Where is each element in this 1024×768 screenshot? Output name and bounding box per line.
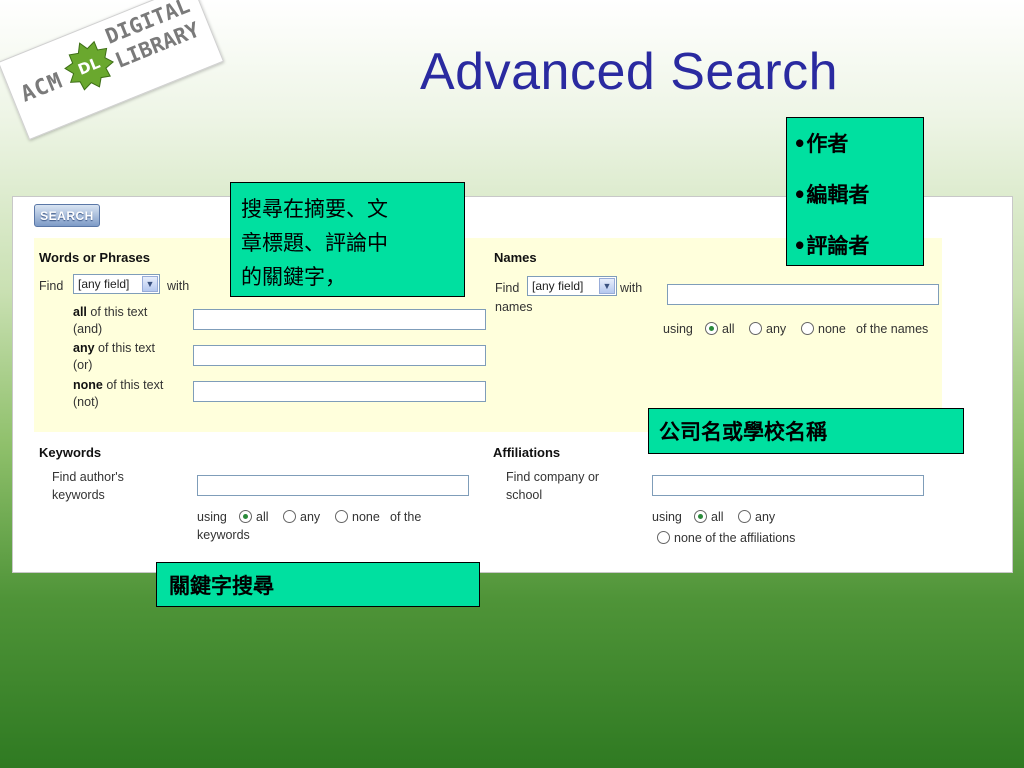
words-find-label: Find [39, 279, 64, 293]
none-label: none of this text [73, 378, 164, 392]
affiliations-heading: Affiliations [493, 445, 561, 460]
all-text-input[interactable] [193, 309, 486, 330]
affiliations-radio-all[interactable] [694, 510, 707, 523]
names-find-label: Find [495, 281, 520, 295]
names-all-label: all [722, 322, 735, 336]
keywords-radio-any[interactable] [283, 510, 296, 523]
note-keyword-line1: 搜尋在摘要、文 [241, 197, 388, 221]
affiliations-all-label: all [711, 510, 724, 524]
names-input[interactable] [667, 284, 939, 305]
chevron-down-icon: ▼ [142, 276, 158, 292]
words-heading: Words or Phrases [39, 250, 151, 265]
note-keyword-search: 關鍵字搜尋 [156, 562, 480, 607]
affiliations-any-label: any [755, 510, 776, 524]
note-reviewer: •評論者 [793, 233, 870, 258]
affiliations-find-line1: Find company or [506, 470, 600, 484]
affiliations-find-line2: school [506, 488, 543, 502]
keywords-radio-none[interactable] [335, 510, 348, 523]
note-name-roles: •作者 •編輯者 •評論者 [786, 117, 924, 266]
none-sub-label: (not) [73, 395, 99, 409]
names-field-select[interactable]: [any field] ▼ [527, 276, 617, 296]
note-keyword-line2: 章標題、評論中 [241, 231, 388, 255]
note-keyword-scope: 搜尋在摘要、文 章標題、評論中 的關鍵字， [230, 182, 465, 297]
acm-dl-logo: ACM DL DIGITAL LIBRARY [0, 0, 235, 162]
words-with-label: with [167, 279, 190, 293]
words-field-select[interactable]: [any field] ▼ [73, 274, 160, 294]
affiliations-input[interactable] [652, 475, 924, 496]
keywords-find-line1: Find author's [52, 470, 124, 484]
names-none-label: none [818, 322, 846, 336]
affiliations-none-label: none of the affiliations [674, 531, 796, 545]
any-sub-label: (or) [73, 358, 93, 372]
note-affiliation: 公司名或學校名稱 [648, 408, 964, 454]
affiliations-radio-any[interactable] [738, 510, 751, 523]
names-of-the-names-label: of the names [856, 322, 929, 336]
names-using-label: using [663, 322, 693, 336]
keywords-none-label: none [352, 510, 380, 524]
names-any-label: any [766, 322, 787, 336]
keywords-using-label: using [197, 510, 227, 524]
note-editor: •編輯者 [793, 182, 870, 207]
keywords-keywords-label: keywords [197, 528, 250, 542]
affiliations-radio-none[interactable] [657, 531, 670, 544]
page-title: Advanced Search [420, 43, 838, 101]
names-heading: Names [494, 250, 537, 265]
none-text-input[interactable] [193, 381, 486, 402]
keywords-find-line2: keywords [52, 488, 105, 502]
names-radio-none[interactable] [801, 322, 814, 335]
keywords-radio-all[interactable] [239, 510, 252, 523]
names-field-value: [any field] [532, 279, 584, 293]
note-author: •作者 [793, 131, 849, 156]
any-label: any of this text [73, 341, 155, 355]
note-keyword-line3: 的關鍵字， [241, 265, 346, 289]
all-sub-label: (and) [73, 322, 103, 336]
chevron-down-icon: ▼ [599, 278, 615, 294]
keywords-input[interactable] [197, 475, 469, 496]
keywords-of-the-label: of the [390, 510, 422, 524]
keywords-any-label: any [300, 510, 321, 524]
any-text-input[interactable] [193, 345, 486, 366]
affiliations-using-label: using [652, 510, 682, 524]
names-radio-any[interactable] [749, 322, 762, 335]
all-label: all of this text [73, 305, 148, 319]
names-with-label: with [620, 281, 643, 295]
names-radio-all[interactable] [705, 322, 718, 335]
keywords-heading: Keywords [39, 445, 102, 460]
search-button[interactable]: SEARCH [34, 204, 100, 227]
words-field-value: [any field] [78, 277, 130, 291]
names-names-label: names [495, 300, 533, 314]
keywords-all-label: all [256, 510, 269, 524]
